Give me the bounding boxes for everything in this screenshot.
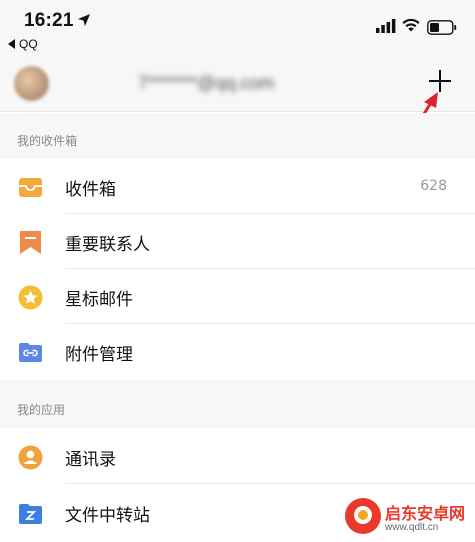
- section-header-apps: 我的应用: [0, 380, 475, 428]
- back-triangle-icon: [8, 39, 15, 49]
- menu-item-attachments[interactable]: 附件管理: [0, 324, 475, 379]
- menu-item-inbox[interactable]: 收件箱 628: [0, 159, 475, 214]
- status-time: 16:21: [24, 10, 74, 31]
- account-email[interactable]: 7*******@qq.com: [138, 73, 274, 94]
- inbox-icon: [19, 178, 42, 197]
- plus-icon[interactable]: [427, 68, 453, 94]
- menu-item-label: 附件管理: [65, 345, 133, 365]
- watermark: 启东安卓网 www.qdlt.cn: [345, 498, 471, 538]
- divider: [65, 483, 475, 484]
- menu-item-label: 星标邮件: [65, 290, 133, 310]
- menu-item-contacts[interactable]: 通讯录: [0, 429, 475, 484]
- menu-item-label: 文件中转站: [65, 506, 150, 526]
- contacts-icon: [18, 445, 43, 470]
- wifi-icon: [402, 18, 420, 32]
- watermark-title: 启东安卓网: [385, 504, 466, 523]
- menu-item-label: 收件箱: [65, 180, 116, 200]
- battery-icon: [427, 20, 457, 35]
- menu-item-label: 重要联系人: [65, 235, 150, 255]
- star-icon: [18, 285, 43, 310]
- menu-item-important-contacts[interactable]: 重要联系人: [0, 214, 475, 269]
- back-to-app-button[interactable]: QQ: [8, 37, 38, 51]
- account-header[interactable]: 7*******@qq.com: [0, 58, 475, 112]
- watermark-url: www.qdlt.cn: [385, 522, 439, 533]
- bookmark-icon: [20, 231, 41, 254]
- back-app-label: QQ: [19, 37, 38, 51]
- cellular-signal-icon: [376, 19, 396, 33]
- menu-item-starred[interactable]: 星标邮件: [0, 269, 475, 324]
- avatar[interactable]: [14, 66, 49, 101]
- status-bar: 16:21 QQ: [0, 0, 475, 58]
- attachment-icon: [19, 343, 42, 362]
- watermark-logo-icon: [345, 498, 381, 534]
- folder-icon: [19, 504, 42, 524]
- unread-count: 628: [420, 178, 447, 194]
- location-arrow-icon: [78, 14, 90, 26]
- menu-item-label: 通讯录: [65, 450, 116, 470]
- section-header-inbox: 我的收件箱: [0, 113, 475, 159]
- section-title: 我的应用: [17, 403, 66, 417]
- section-title: 我的收件箱: [17, 134, 78, 148]
